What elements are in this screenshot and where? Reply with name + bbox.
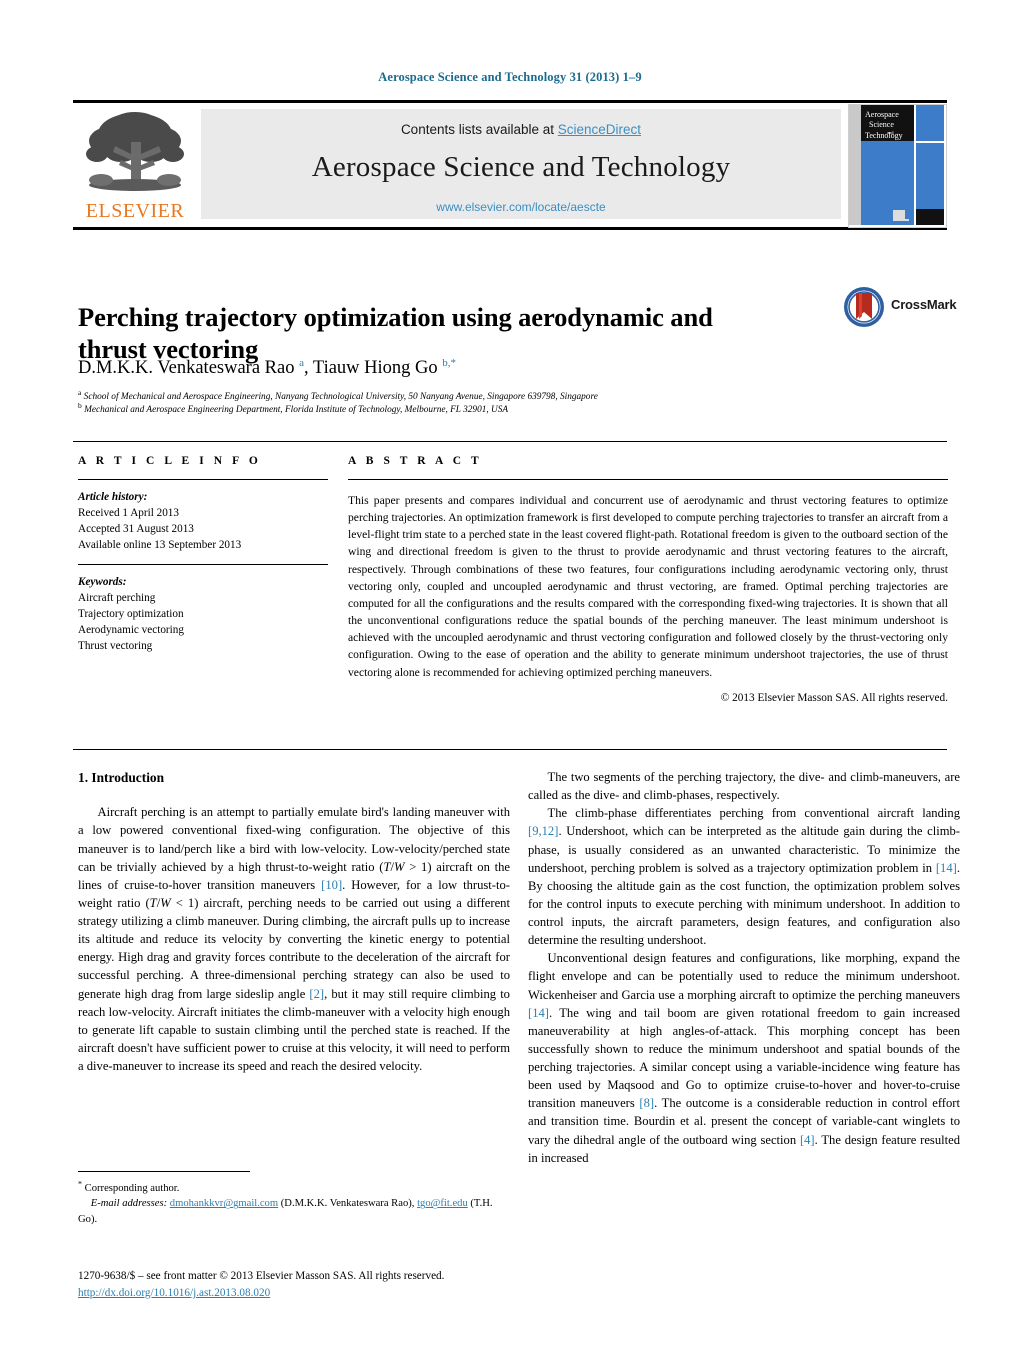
body-paragraph: The climb-phase differentiates perching … (528, 806, 960, 948)
body-paragraph: Aircraft perching is an attempt to parti… (78, 805, 511, 1074)
footnote-rule (78, 1171, 250, 1172)
email-link-secondary[interactable]: tgo@fit.edu (417, 1198, 468, 1209)
history-item: Accepted 31 August 2013 (78, 523, 194, 536)
corresponding-author-marker: * (78, 1179, 82, 1189)
masthead-bottom-rule (73, 227, 947, 230)
journal-homepage-link[interactable]: www.elsevier.com/locate/aescte (201, 200, 841, 214)
abstract-column: A B S T R A C T This paper presents and … (348, 455, 948, 704)
imprint-line: 1270-9638/$ – see front matter © 2013 El… (78, 1270, 445, 1282)
section-heading-introduction: 1. Introduction (78, 770, 165, 785)
history-item: Received 1 April 2013 (78, 507, 179, 520)
history-item: Available online 13 September 2013 (78, 539, 242, 552)
body-paragraph: Unconventional design features and confi… (528, 951, 960, 1165)
doi-link[interactable]: http://dx.doi.org/10.1016/j.ast.2013.08.… (78, 1287, 270, 1299)
info-section-bottom-rule (73, 749, 947, 750)
affiliation-a: a School of Mechanical and Aerospace Eng… (78, 387, 868, 404)
svg-text:Aerospace: Aerospace (865, 110, 899, 119)
running-head: Aerospace Science and Technology 31 (201… (378, 70, 642, 84)
footnote-block: * Corresponding author. E-mail addresses… (78, 1179, 510, 1227)
affiliation-b-marker: b (78, 401, 82, 411)
contents-prefix: Contents lists available at (400, 122, 558, 137)
contents-available-line: Contents lists available at ScienceDirec… (201, 122, 841, 137)
keyword-item: Aerodynamic vectoring (78, 624, 184, 637)
keyword-item: Trajectory optimization (78, 608, 184, 621)
corresponding-author-text: Corresponding author. (84, 1183, 180, 1194)
crossmark-icon (844, 287, 884, 327)
body-column-right: The two segments of the perching traject… (528, 768, 960, 1167)
journal-masthead: ELSEVIER Contents lists available at Sci… (73, 100, 947, 230)
elsevier-logo: ELSEVIER (75, 108, 195, 226)
abstract-text: This paper presents and compares individ… (348, 494, 948, 679)
body-column-left: 1. Introduction Aircraft perching is an … (78, 768, 510, 1075)
abstract-copyright: © 2013 Elsevier Masson SAS. All rights r… (720, 691, 948, 704)
keyword-item: Aircraft perching (78, 592, 156, 605)
contents-panel: Contents lists available at ScienceDirec… (201, 109, 841, 219)
elsevier-tree-icon (86, 112, 184, 191)
masthead-top-rule (73, 100, 947, 103)
author-list: D.M.K.K. Venkateswara Rao a, Tiauw Hiong… (78, 356, 457, 378)
email-addresses-note: E-mail addresses: dmohankkvr@gmail.com (… (78, 1196, 510, 1227)
imprint-block: 1270-9638/$ – see front matter © 2013 El… (78, 1268, 548, 1302)
affiliation-b-text: Mechanical and Aerospace Engineering Dep… (84, 405, 509, 416)
crossmark-label: CrossMark (891, 297, 957, 312)
email-addresses-label: E-mail addresses: (90, 1198, 168, 1210)
abstract-heading: A B S T R A C T (348, 455, 483, 467)
affiliation-b: b Mechanical and Aerospace Engineering D… (78, 401, 868, 417)
page-title: Perching trajectory optimization using a… (78, 301, 713, 364)
article-info-heading: A R T I C L E I N F O (78, 455, 262, 467)
info-heading-rule (78, 479, 328, 480)
corresponding-author-note: * Corresponding author. (78, 1179, 510, 1196)
keywords-group: Keywords: Aircraft perching Trajectory o… (78, 574, 328, 654)
sciencedirect-link[interactable]: ScienceDirect (558, 122, 641, 137)
article-info-column: A R T I C L E I N F O Article history: R… (78, 455, 328, 654)
svg-text:Science: Science (869, 120, 894, 129)
affiliation-a-text: School of Mechanical and Aerospace Engin… (83, 392, 598, 402)
elsevier-wordmark: ELSEVIER (85, 200, 185, 222)
journal-cover-thumbnail[interactable]: Aerospace Science and Technology (848, 104, 947, 228)
email-owner-primary: (D.M.K.K. Venkateswara Rao), (280, 1198, 415, 1210)
article-first-page: Aerospace Science and Technology 31 (201… (0, 0, 1020, 1351)
body-paragraph: The two segments of the perching traject… (528, 770, 960, 803)
abstract-heading-rule (348, 479, 948, 480)
journal-title: Aerospace Science and Technology (311, 151, 731, 183)
info-section-top-rule (73, 441, 947, 442)
crossmark-badge[interactable]: CrossMark (843, 286, 961, 328)
journal-cover-art: Aerospace Science and Technology (849, 105, 944, 225)
keyword-item: Thrust vectoring (78, 640, 153, 653)
article-history-label: Article history: (78, 491, 148, 503)
article-history-group: Article history: Received 1 April 2013 A… (78, 489, 328, 553)
email-link-primary[interactable]: dmohankkvr@gmail.com (170, 1198, 278, 1209)
keywords-label: Keywords: (78, 576, 127, 589)
info-separator-rule (78, 564, 328, 566)
affiliation-list: a School of Mechanical and Aerospace Eng… (78, 387, 868, 417)
affiliation-a-marker: a (78, 387, 82, 397)
svg-text:Technology: Technology (865, 131, 903, 140)
